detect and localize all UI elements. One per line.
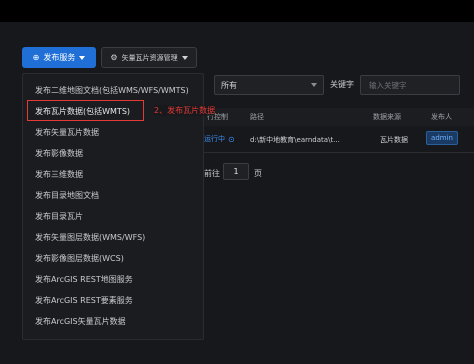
- app-window: ⊕ 发布服务 ⚙ 矢量瓦片资源管理 所有 关键字 输入关键字 行控制 路径 数据…: [0, 0, 474, 364]
- pager-goto-label: 前往: [204, 169, 220, 178]
- top-bar: [0, 0, 474, 22]
- menu-item-publish-catalog-map-doc[interactable]: 发布目录地图文档: [23, 185, 203, 206]
- vector-tile-manage-button[interactable]: ⚙ 矢量瓦片资源管理: [101, 47, 197, 68]
- type-select-value: 所有: [221, 80, 237, 90]
- column-header-publisher: 发布人: [431, 113, 452, 121]
- type-select[interactable]: 所有: [214, 75, 324, 95]
- publish-service-label: 发布服务: [43, 53, 76, 62]
- status-text: 运行中: [204, 135, 225, 143]
- settings-gear-icon[interactable]: ⊙: [228, 135, 235, 144]
- menu-item-label: 发布影像图层数据(WCS): [35, 254, 124, 263]
- menu-item-publish-vector-layer[interactable]: 发布矢量图层数据(WMS/WFS): [23, 227, 203, 248]
- gear-icon: ⚙: [110, 53, 118, 62]
- row-divider: [204, 152, 474, 153]
- publisher-text: admin: [431, 134, 453, 142]
- chevron-down-icon: [181, 55, 188, 60]
- table-cell-path: d:\新中地教育\earndata\t...: [250, 136, 340, 144]
- menu-item-label: 发布瓦片数据(包括WMTS): [35, 107, 131, 116]
- menu-item-publish-2d-map-doc[interactable]: 发布二维地图文档(包括WMS/WFS/WMTS): [23, 80, 203, 101]
- table-cell-source: 瓦片数据: [380, 136, 408, 144]
- menu-item-label: 发布矢量图层数据(WMS/WFS): [35, 233, 146, 242]
- publisher-badge: admin: [426, 131, 458, 145]
- pager-page-input[interactable]: 1: [223, 163, 249, 180]
- publish-service-button[interactable]: ⊕ 发布服务: [22, 47, 96, 68]
- menu-item-publish-arcgis-vector-tile[interactable]: 发布ArcGIS矢量瓦片数据: [23, 311, 203, 332]
- chevron-down-icon: [311, 83, 317, 87]
- keyword-label: 关键字: [330, 80, 354, 89]
- menu-item-publish-imagery[interactable]: 发布影像数据: [23, 143, 203, 164]
- vector-tile-manage-label: 矢量瓦片资源管理: [121, 53, 178, 62]
- menu-item-label: 发布ArcGIS REST要素服务: [35, 296, 133, 305]
- menu-item-publish-catalog-tile[interactable]: 发布目录瓦片: [23, 206, 203, 227]
- annotation-text: 2、发布瓦片数据: [154, 105, 216, 116]
- chevron-down-icon: [79, 55, 86, 60]
- status-indicator[interactable]: 运行中 ⊙: [204, 134, 235, 144]
- menu-item-publish-arcgis-map[interactable]: 发布ArcGIS REST地图服务: [23, 269, 203, 290]
- menu-item-label: 发布ArcGIS REST地图服务: [35, 275, 133, 284]
- menu-item-label: 发布二维地图文档(包括WMS/WFS/WMTS): [35, 86, 189, 95]
- menu-item-label: 发布矢量瓦片数据: [35, 128, 99, 137]
- keyword-input[interactable]: 输入关键字: [360, 75, 460, 95]
- menu-item-publish-arcgis-feature[interactable]: 发布ArcGIS REST要素服务: [23, 290, 203, 311]
- menu-item-publish-3d[interactable]: 发布三维数据: [23, 164, 203, 185]
- menu-item-publish-vector-tile[interactable]: 发布矢量瓦片数据: [23, 122, 203, 143]
- pager-page-value: 1: [233, 167, 239, 176]
- menu-item-label: 发布目录瓦片: [35, 212, 83, 221]
- menu-item-label: 发布目录地图文档: [35, 191, 99, 200]
- circle-plus-icon: ⊕: [32, 53, 40, 62]
- menu-item-label: 发布三维数据: [35, 170, 83, 179]
- column-header-source: 数据来源: [373, 113, 401, 121]
- column-header-path: 路径: [250, 113, 264, 121]
- pager-page-suffix: 页: [254, 169, 262, 178]
- menu-item-label: 发布影像数据: [35, 149, 83, 158]
- keyword-placeholder: 输入关键字: [369, 80, 407, 90]
- menu-item-label: 发布ArcGIS矢量瓦片数据: [35, 317, 126, 326]
- menu-item-publish-image-layer[interactable]: 发布影像图层数据(WCS): [23, 248, 203, 269]
